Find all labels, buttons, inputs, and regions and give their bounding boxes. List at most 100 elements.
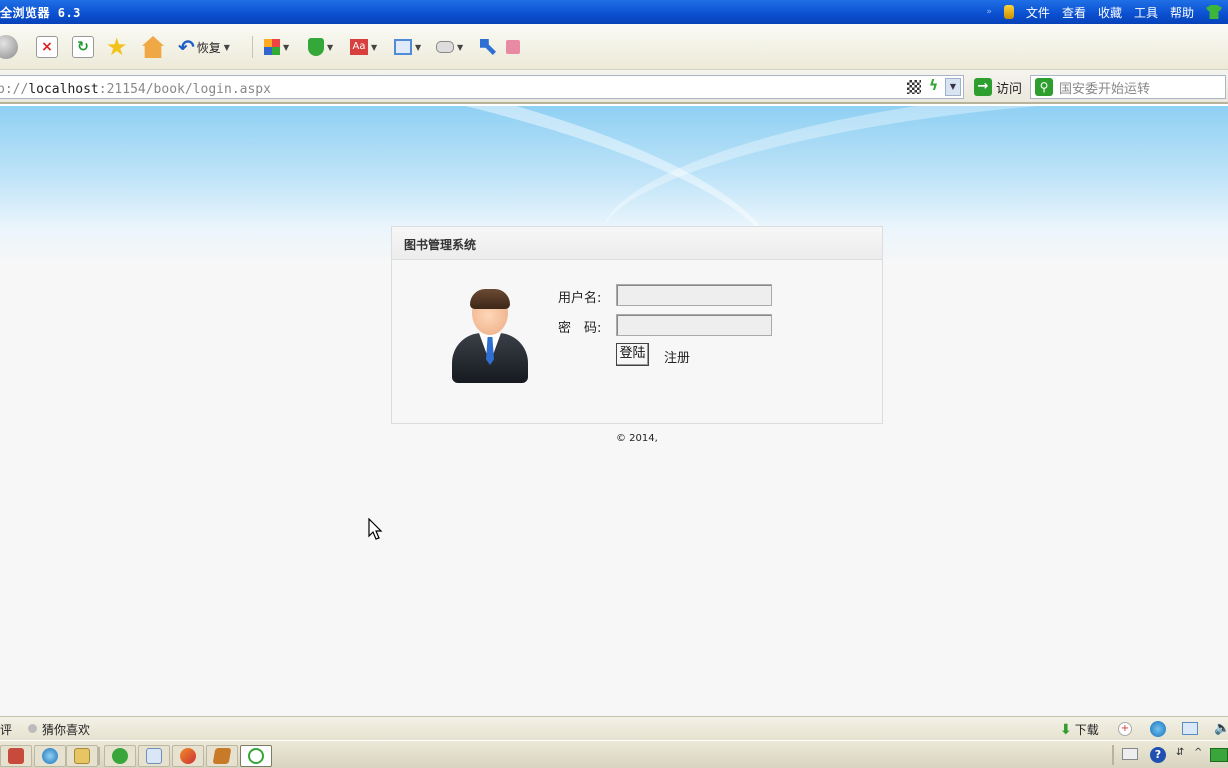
address-dropdown-button[interactable]: ▼ [945, 78, 961, 96]
tray-arrow-icon[interactable]: ⇵ [1176, 747, 1184, 758]
document-icon [146, 748, 162, 764]
login-button[interactable]: 登陆 [616, 343, 649, 366]
bullet-icon [28, 724, 37, 733]
stop-icon: × [36, 36, 58, 58]
title-bar: 全浏览器 6.3 » 文件 查看 收藏 工具 帮助 [0, 0, 1228, 24]
green-circle-icon [112, 748, 128, 764]
tray-expand-icon[interactable]: ^ [1194, 747, 1202, 758]
folder-icon [74, 748, 90, 764]
register-link[interactable]: 注册 [664, 347, 690, 366]
lightning-icon[interactable]: ϟ [929, 78, 938, 94]
password-label: 密 码: [558, 321, 602, 336]
url-host: localhost [28, 82, 99, 97]
window-title: 全浏览器 6.3 [0, 6, 81, 20]
forward-arrow-icon [0, 35, 18, 59]
stop-button[interactable]: × [36, 34, 58, 60]
username-input[interactable] [616, 284, 772, 306]
password-input[interactable] [616, 314, 772, 336]
menu-help[interactable]: 帮助 [1170, 4, 1194, 21]
translate-icon: Aa [350, 39, 368, 55]
swirl-icon [180, 748, 196, 764]
taskbar-browser-active[interactable] [240, 745, 272, 767]
home-button[interactable] [142, 34, 164, 60]
window-icon[interactable] [1182, 722, 1198, 735]
menu-view[interactable]: 查看 [1062, 4, 1086, 21]
dropdown-caret-icon: ▼ [457, 42, 464, 52]
restore-button[interactable]: ↶ 恢复 ▼ [178, 34, 230, 60]
menu-tools[interactable]: 工具 [1134, 4, 1158, 21]
web-page: 图书管理系统 用户名: 密 码: 登陆 注册 © 2014, [0, 106, 1228, 716]
taskbar-app-4[interactable] [104, 745, 136, 767]
pink-app-icon [506, 40, 520, 54]
taskbar-app-6[interactable] [172, 745, 204, 767]
taskbar-explorer[interactable] [66, 745, 98, 767]
user-avatar [450, 289, 530, 385]
qr-code-icon[interactable] [907, 80, 921, 94]
red-app-icon [8, 748, 24, 764]
book-icon [212, 748, 232, 764]
dropdown-caret-icon: ▼ [371, 42, 378, 52]
double-chevron-icon[interactable]: » [986, 7, 992, 17]
address-bar: p://localhost:21154/book/login.aspx ϟ ▼ … [0, 70, 1228, 104]
guess-you-like-link[interactable]: 猜你喜欢 [42, 721, 90, 738]
dropdown-caret-icon: ▼ [415, 42, 422, 52]
status-bar: 评 猜你喜欢 ⬇ 下载 + 🔈 [0, 716, 1228, 740]
keyboard-icon[interactable] [1122, 748, 1138, 760]
mascot-icon[interactable] [1003, 5, 1014, 19]
copyright-text: © 2014, [616, 433, 658, 444]
download-arrow-icon: ⬇ [1060, 721, 1072, 738]
status-left-fragment: 评 [0, 723, 13, 737]
url-path: :21154/book/login.aspx [98, 82, 271, 97]
search-box[interactable]: ⚲ 国安委开始运转 [1030, 75, 1226, 99]
login-panel: 图书管理系统 用户名: 密 码: 登陆 注册 [391, 226, 883, 424]
tools-button[interactable] [480, 34, 496, 60]
taskbar: ? ⇵ ^ [0, 740, 1228, 768]
login-title: 图书管理系统 [404, 238, 477, 252]
plus-icon[interactable]: + [1118, 722, 1132, 736]
download-label: 下载 [1074, 723, 1099, 737]
url-input[interactable]: p://localhost:21154/book/login.aspx ϟ ▼ [0, 75, 964, 99]
extra-button[interactable] [506, 34, 520, 60]
gamepad-icon [436, 41, 454, 53]
taskbar-app-1[interactable] [0, 745, 32, 767]
security-button[interactable]: ▼ [308, 34, 333, 60]
forward-button[interactable] [0, 34, 18, 60]
translate-button[interactable]: Aa ▼ [350, 34, 377, 60]
game-button[interactable]: ▼ [436, 34, 463, 60]
shield-icon [308, 38, 324, 56]
menu-file[interactable]: 文件 [1026, 4, 1050, 21]
network-icon[interactable] [1210, 748, 1228, 762]
help-icon[interactable]: ? [1150, 747, 1166, 763]
ie-icon[interactable] [1150, 721, 1166, 737]
skin-icon[interactable] [1206, 5, 1222, 19]
taskbar-app-7[interactable] [206, 745, 238, 767]
username-label: 用户名: [558, 291, 602, 306]
menu-bar: » 文件 查看 收藏 工具 帮助 [986, 0, 1228, 24]
dropdown-caret-icon: ▼ [327, 42, 334, 52]
ie-icon [42, 748, 58, 764]
search-icon: ⚲ [1035, 78, 1053, 96]
refresh-button[interactable]: ↻ [72, 34, 94, 60]
browser-e-icon [248, 748, 264, 764]
home-icon [142, 36, 164, 58]
search-hot-text: 国安委开始运转 [1059, 81, 1151, 97]
avatar-hair [470, 289, 510, 309]
visit-button[interactable]: → 访问 [974, 76, 1022, 98]
screenshot-button[interactable]: ▼ [394, 34, 421, 60]
taskbar-separator [98, 747, 100, 765]
apps-button[interactable]: ▼ [264, 34, 289, 60]
taskbar-app-5[interactable] [138, 745, 170, 767]
menu-favorites[interactable]: 收藏 [1098, 4, 1122, 21]
tray-separator [1112, 745, 1114, 765]
go-arrow-icon: → [974, 78, 992, 96]
star-icon: ★ [106, 33, 128, 61]
download-button[interactable]: ⬇ 下载 [1060, 721, 1099, 738]
taskbar-ie[interactable] [34, 745, 66, 767]
toolbar: × ↻ ★ ↶ 恢复 ▼ ▼ ▼ Aa ▼ ▼ ▼ [0, 24, 1228, 70]
speaker-icon[interactable]: 🔈 [1214, 721, 1228, 736]
apps-grid-icon [264, 39, 280, 55]
url-prefix: p:// [0, 82, 29, 97]
login-panel-header: 图书管理系统 [392, 227, 882, 260]
favorites-button[interactable]: ★ [106, 34, 128, 60]
key-icon [480, 39, 496, 55]
